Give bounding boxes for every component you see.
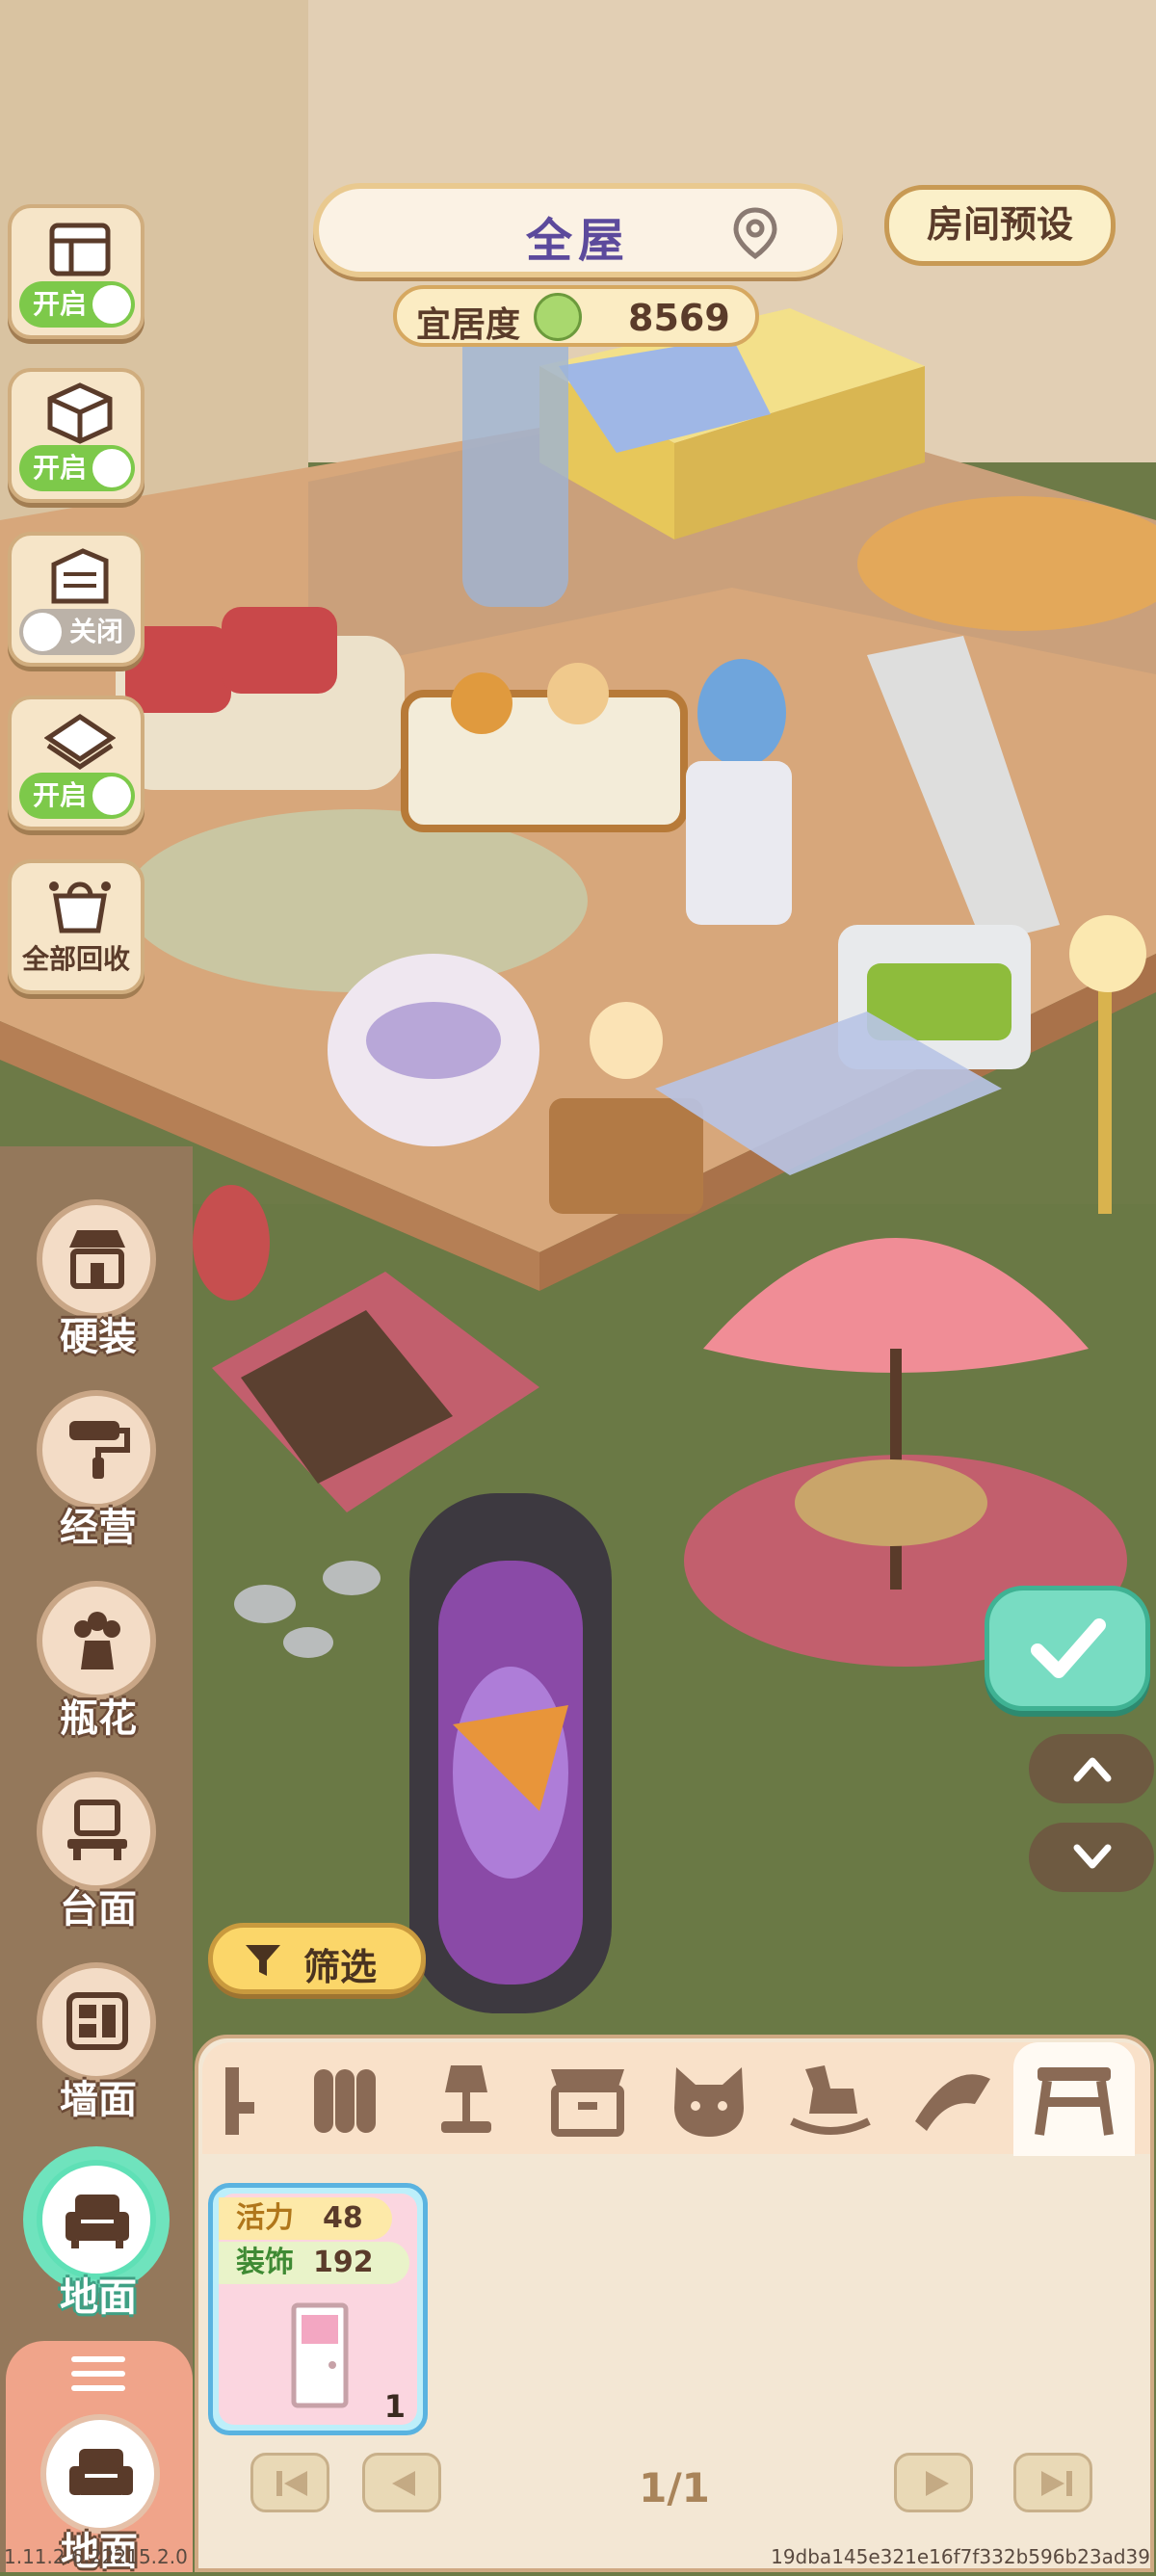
storefront-icon xyxy=(69,1230,125,1289)
chevron-up-icon xyxy=(1073,1757,1112,1782)
category-vase-flower[interactable]: 瓶花 xyxy=(21,1581,175,1754)
wardrobe-icon xyxy=(314,2069,376,2133)
arrow-right-icon xyxy=(926,2471,949,2496)
funnel-icon xyxy=(246,1945,280,1976)
portal-mirror xyxy=(409,1493,612,2013)
toggle-wallpaper[interactable]: 关闭 xyxy=(8,532,144,667)
comfort-value: 8569 xyxy=(628,297,730,339)
floor-tile-icon xyxy=(44,713,116,771)
arrow-left-icon xyxy=(392,2471,415,2496)
cabinet-icon xyxy=(551,2069,624,2137)
decoration-stat: 装饰 192 xyxy=(219,2242,409,2284)
prev-page-button[interactable] xyxy=(362,2453,441,2512)
happy-face-icon xyxy=(534,293,582,341)
room-selector[interactable]: 全屋 xyxy=(313,183,843,277)
skip-forward-icon xyxy=(1041,2471,1072,2496)
tab-rug[interactable] xyxy=(907,2060,996,2141)
item-count: 1 xyxy=(383,2388,406,2425)
sofa-icon xyxy=(66,2195,129,2248)
paint-roller-icon xyxy=(69,1421,130,1479)
toggle-floor[interactable]: 开启 xyxy=(8,696,144,830)
last-page-button[interactable] xyxy=(1013,2453,1092,2512)
round-rug xyxy=(125,809,588,992)
vitality-stat: 活力 48 xyxy=(219,2197,392,2240)
cube-icon xyxy=(47,382,113,444)
water-dispenser xyxy=(686,659,792,925)
category-hardware[interactable]: 硬装 xyxy=(21,1199,175,1373)
comfort-score: 宜居度 8569 xyxy=(393,285,759,347)
switch-wallpaper[interactable]: 关闭 xyxy=(19,609,135,655)
menu-icon xyxy=(71,2356,125,2391)
filter-label: 筛选 xyxy=(303,1946,378,1988)
rug-icon xyxy=(915,2074,990,2131)
switch-floor[interactable]: 开启 xyxy=(19,773,135,819)
tab-wardrobe[interactable] xyxy=(301,2060,389,2141)
wall-paper-icon xyxy=(51,548,109,604)
version-label: 1.11.2.6.22215.2.0 xyxy=(4,2545,188,2568)
furniture-item-card[interactable]: 活力 48 装饰 192 1 xyxy=(208,2183,428,2435)
wall-shelf-icon xyxy=(66,1992,128,2050)
ceiling-icon xyxy=(49,223,111,276)
tab-cabinet[interactable] xyxy=(543,2060,632,2141)
cat-chair xyxy=(328,954,539,1146)
cat-icon xyxy=(674,2067,744,2137)
filter-button[interactable]: 筛选 xyxy=(208,1923,426,1994)
checkmark-icon xyxy=(1031,1618,1106,1678)
skip-back-icon xyxy=(276,2471,307,2496)
lamp-icon xyxy=(441,2065,491,2133)
door-icon xyxy=(291,2302,349,2408)
flower-vase-icon xyxy=(74,1612,120,1669)
category-floor[interactable]: 地面 xyxy=(21,2160,175,2333)
move-down-button[interactable] xyxy=(1029,1823,1154,1892)
next-page-button[interactable] xyxy=(894,2453,973,2512)
switch-objects[interactable]: 开启 xyxy=(19,445,135,491)
toggle-ceiling[interactable]: 开启 xyxy=(8,204,144,339)
first-page-button[interactable] xyxy=(250,2453,329,2512)
category-menu-toggle[interactable]: 地面 xyxy=(6,2341,193,2574)
subcategory-tabs xyxy=(202,2042,1150,2156)
stool-icon xyxy=(1035,2067,1114,2136)
chevron-down-icon xyxy=(1073,1844,1112,1869)
room-preset-button[interactable]: 房间预设 xyxy=(884,185,1116,266)
comfort-label: 宜居度 xyxy=(416,305,521,345)
category-wall[interactable]: 墙面 xyxy=(21,1962,175,2136)
move-up-button[interactable] xyxy=(1029,1734,1154,1803)
build-hash: 19dba145e321e16f7f332b596b23ad39 xyxy=(771,2545,1150,2568)
recycle-all-label: 全部回收 xyxy=(21,943,130,975)
tab-toy[interactable] xyxy=(786,2060,875,2141)
confirm-button[interactable] xyxy=(985,1586,1150,1711)
tab-chair[interactable] xyxy=(216,2060,254,2141)
category-tabletop[interactable]: 台面 xyxy=(21,1772,175,1945)
table-icon xyxy=(67,1800,127,1860)
sofa-icon xyxy=(69,2449,133,2495)
switch-ceiling[interactable]: 开启 xyxy=(19,281,135,328)
toggle-objects[interactable]: 开启 xyxy=(8,368,144,503)
recycle-all-button[interactable]: 全部回收 xyxy=(8,859,144,994)
recycle-bag-icon xyxy=(49,881,111,933)
tab-lamp[interactable] xyxy=(422,2060,511,2141)
chair-icon xyxy=(225,2067,254,2135)
location-pin-icon xyxy=(733,207,777,260)
page-indicator: 1/1 xyxy=(639,2464,710,2511)
tab-stool[interactable] xyxy=(1013,2042,1135,2156)
category-business[interactable]: 经营 xyxy=(21,1390,175,1564)
rocking-horse-icon xyxy=(790,2065,871,2135)
tab-pet[interactable] xyxy=(665,2060,753,2141)
